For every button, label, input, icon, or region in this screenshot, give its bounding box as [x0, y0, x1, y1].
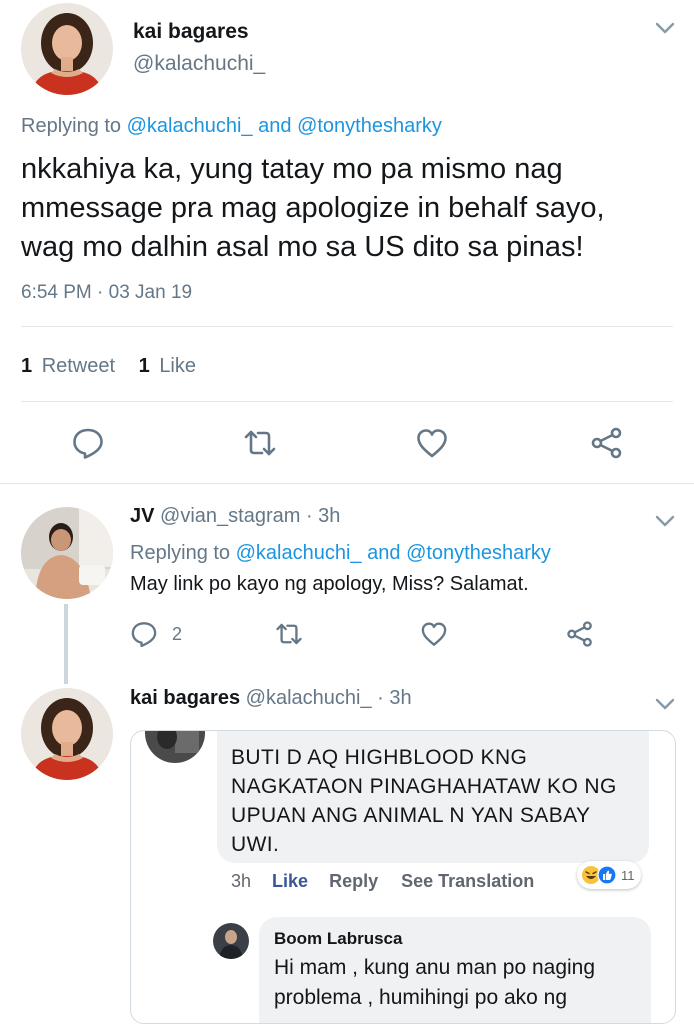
like-reaction-icon	[597, 865, 617, 885]
chevron-down-icon[interactable]	[653, 509, 677, 533]
comment-text-line: NAGKATAON PINAGHAHATAW KO NG	[231, 775, 617, 798]
mention-link[interactable]: @kalachuchi_	[236, 542, 362, 564]
chevron-down-icon[interactable]	[653, 692, 677, 716]
retweet-label[interactable]: Retweet	[42, 355, 115, 377]
comment-author-cropped	[231, 730, 401, 731]
reply-text-line: problema , humihingi po ako ng	[274, 986, 568, 1009]
author-name[interactable]: kai bagares	[130, 687, 240, 709]
share-icon[interactable]	[566, 620, 594, 648]
replying-to: Replying to @kalachuchi_ and @tonythesha…	[130, 542, 551, 565]
retweet-icon[interactable]	[275, 620, 303, 648]
comment-text-line: UWI.	[231, 833, 280, 856]
tweet-timestamp[interactable]: 6:54 PM · 03 Jan 19	[21, 282, 192, 304]
tweet-text-line: nkkahiya ka, yung tatay mo pa mismo nag	[21, 153, 563, 185]
comment-meta: 3h Like Reply See Translation	[231, 871, 534, 892]
replying-prefix: Replying to	[130, 542, 231, 564]
author-name[interactable]: kai bagares	[133, 20, 249, 44]
commenter-avatar	[145, 731, 205, 763]
retweet-icon[interactable]	[243, 426, 277, 460]
divider	[21, 326, 673, 327]
reaction-badge: 11	[577, 861, 641, 889]
avatar[interactable]	[21, 3, 113, 95]
reply-text: May link po kayo ng apology, Miss? Salam…	[130, 573, 529, 595]
author-handle[interactable]: @vian_stagram	[160, 505, 300, 527]
tweet-stats: 1 Retweet 1 Like	[21, 355, 196, 378]
reply-icon	[130, 620, 158, 648]
author-name[interactable]: JV	[130, 505, 154, 527]
reply-count: 2	[172, 623, 183, 644]
replying-and[interactable]: and	[258, 115, 291, 137]
reply-header: kai bagares @kalachuchi_ · 3h	[130, 687, 412, 710]
thread-line	[64, 604, 68, 684]
reply-text-line: Hi mam , kung anu man po naging	[274, 956, 596, 979]
reply-author: Boom Labrusca	[274, 929, 403, 948]
author-handle[interactable]: @kalachuchi_	[133, 52, 265, 76]
comment-text-line: UPUAN ANG ANIMAL N YAN SABAY	[231, 804, 591, 827]
reply-button[interactable]: 2	[130, 620, 182, 648]
like-icon[interactable]	[420, 620, 448, 648]
replying-and[interactable]: and	[367, 542, 400, 564]
like-label[interactable]: Like	[159, 355, 196, 377]
reply-header: JV @vian_stagram · 3h	[130, 505, 340, 528]
reaction-count: 11	[621, 867, 635, 883]
reply-commenter-avatar	[213, 923, 249, 959]
like-count[interactable]: 1	[139, 355, 150, 377]
reply-icon[interactable]	[71, 426, 105, 460]
mention-link[interactable]: @tonythesharky	[297, 115, 442, 137]
comment-like-link: Like	[272, 871, 309, 891]
avatar[interactable]	[21, 688, 113, 780]
like-icon[interactable]	[415, 426, 449, 460]
tweet-text: nkkahiya ka, yung tatay mo pa mismo nag …	[21, 150, 605, 267]
retweet-count[interactable]: 1	[21, 355, 32, 377]
divider	[21, 401, 673, 402]
section-divider	[0, 483, 694, 484]
comment-text-line: BUTI D AQ HIGHBLOOD KNG	[231, 746, 528, 769]
attached-image[interactable]: BUTI D AQ HIGHBLOOD KNG NAGKATAON PINAGH…	[130, 730, 676, 1024]
share-icon[interactable]	[590, 426, 624, 460]
reply-text: Hi mam , kung anu man po naging problema…	[274, 953, 595, 1013]
avatar[interactable]	[21, 507, 113, 599]
comment-text: BUTI D AQ HIGHBLOOD KNG NAGKATAON PINAGH…	[231, 743, 617, 859]
reply-time[interactable]: · 3h	[306, 505, 340, 527]
see-translation-link: See Translation	[401, 871, 535, 891]
replying-prefix: Replying to	[21, 115, 122, 137]
comment-time: 3h	[231, 871, 252, 891]
comment-reply-link: Reply	[329, 871, 379, 891]
mention-link[interactable]: @tonythesharky	[406, 542, 551, 564]
replying-to: Replying to @kalachuchi_ and @tonythesha…	[21, 115, 442, 138]
chevron-down-icon[interactable]	[653, 16, 677, 40]
author-handle[interactable]: @kalachuchi_	[246, 687, 372, 709]
tweet-text-line: mmessage pra mag apologize in behalf say…	[21, 192, 605, 224]
reply-time[interactable]: · 3h	[377, 687, 411, 709]
tweet-text-line: wag mo dalhin asal mo sa US dito sa pina…	[21, 231, 584, 263]
mention-link[interactable]: @kalachuchi_	[127, 115, 253, 137]
